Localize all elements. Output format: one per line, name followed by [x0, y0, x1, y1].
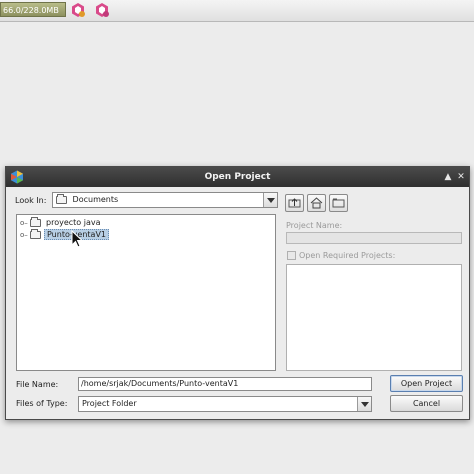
folder-icon: [30, 216, 41, 227]
open-required-label: Open Required Projects:: [299, 251, 396, 260]
look-in-label: Look In:: [15, 196, 47, 205]
project-name-label: Project Name:: [286, 221, 343, 230]
dialog-title: Open Project: [204, 172, 271, 182]
files-of-type-label: Files of Type:: [16, 399, 68, 408]
tree-item-proyecto-java[interactable]: o– proyecto java: [20, 216, 102, 229]
look-in-value: Documents: [72, 195, 119, 204]
open-project-dialog: Open Project ▲ ✕ Look In: Documents o– pr…: [5, 166, 470, 420]
project-tree[interactable]: o– proyecto java o– Punto-ventaV1: [16, 214, 276, 371]
gc-icon[interactable]: [70, 2, 86, 18]
open-project-button[interactable]: Open Project: [390, 375, 463, 392]
dialog-titlebar[interactable]: Open Project ▲ ✕: [6, 167, 469, 187]
home-button[interactable]: [307, 194, 326, 212]
cancel-button[interactable]: Cancel: [390, 395, 463, 412]
mouse-cursor-icon: [71, 230, 84, 248]
look-in-combo[interactable]: Documents: [52, 192, 278, 208]
expand-handle-icon[interactable]: o–: [20, 229, 30, 241]
expand-handle-icon[interactable]: o–: [20, 217, 30, 229]
tree-item-punto-venta[interactable]: o– Punto-ventaV1: [20, 228, 110, 241]
project-name-field: [286, 232, 462, 244]
chevron-down-icon[interactable]: [263, 193, 277, 207]
up-one-level-button[interactable]: [285, 194, 304, 212]
memory-indicator[interactable]: 66.0/228.0MB: [0, 2, 66, 17]
folder-icon: [56, 193, 67, 204]
new-folder-button[interactable]: [329, 194, 348, 212]
file-name-label: File Name:: [16, 380, 59, 389]
maximize-icon[interactable]: ▲: [442, 171, 454, 183]
open-required-checkbox: [287, 251, 296, 260]
file-name-input[interactable]: /home/srjak/Documents/Punto-ventaV1: [78, 377, 372, 391]
files-of-type-combo[interactable]: Project Folder: [78, 396, 372, 412]
folder-icon: [30, 228, 41, 239]
profile-icon[interactable]: [94, 2, 110, 18]
required-projects-list: [286, 264, 462, 371]
close-icon[interactable]: ✕: [455, 171, 467, 183]
ide-toolbar: 66.0/228.0MB: [0, 0, 474, 22]
chevron-down-icon[interactable]: [357, 397, 371, 411]
files-of-type-value: Project Folder: [82, 399, 137, 408]
